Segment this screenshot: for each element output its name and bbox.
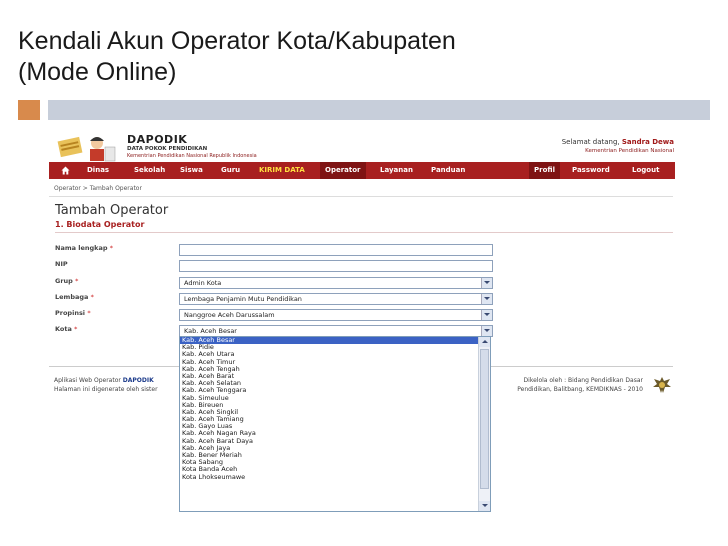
label-lembaga: Lembaga * xyxy=(55,293,94,301)
slide-title: Kendali Akun Operator Kota/Kabupaten (Mo… xyxy=(18,26,658,88)
breadcrumb: Operator > Tambah Operator xyxy=(54,185,142,192)
nav-item-kirim-data[interactable]: KIRIM DATA xyxy=(259,162,305,179)
kota-option[interactable]: Kab. Aceh Besar xyxy=(180,336,490,345)
required-mark: * xyxy=(90,293,94,301)
scroll-thumb[interactable] xyxy=(480,349,489,489)
section-title: 1. Biodata Operator xyxy=(55,220,145,229)
field-value: Kab. Aceh Besar xyxy=(184,327,237,335)
field-value: Admin Kota xyxy=(184,279,222,287)
nav-item-operator[interactable]: Operator xyxy=(320,162,366,179)
slide-accent-bar-blue xyxy=(48,100,710,120)
label-nama-lengkap: Nama lengkap * xyxy=(55,244,113,252)
nav-item-profil[interactable]: Profil xyxy=(529,162,560,179)
nav-item-dinas[interactable]: Dinas xyxy=(87,162,109,179)
welcome-prefix: Selamat datang, xyxy=(561,138,620,146)
propinsi-select[interactable]: Nanggroe Aceh Darussalam xyxy=(179,309,493,321)
kota-option[interactable]: Kab. Simeulue xyxy=(180,394,490,402)
required-mark: * xyxy=(109,244,114,252)
dapodik-logo-icon xyxy=(57,136,116,162)
field-value xyxy=(180,246,184,254)
chevron-down-icon[interactable] xyxy=(481,326,492,336)
section-divider xyxy=(55,232,673,233)
scroll-down-icon[interactable] xyxy=(479,501,490,511)
label-text: NIP xyxy=(55,260,68,268)
kota-option[interactable]: Kab. Bener Meriah xyxy=(180,451,490,459)
footer-generated-line: Halaman ini digenerate oleh sister xyxy=(54,386,158,393)
app-screenshot: DAPODIK DATA POKOK PENDIDIKAN Kementrian… xyxy=(37,130,679,515)
label-text: Nama lengkap xyxy=(55,244,108,252)
footer-org-line: Pendidikan, Balitbang, KEMDIKNAS - 2010 xyxy=(517,386,643,393)
required-mark: * xyxy=(74,325,78,333)
field-value: Nanggroe Aceh Darussalam xyxy=(184,311,275,319)
label-kota: Kota * xyxy=(55,325,77,333)
footer-app-line: Aplikasi Web Operator DAPODIK xyxy=(54,376,158,385)
nama-lengkap-input[interactable] xyxy=(179,244,493,256)
lembaga-select[interactable]: Lembaga Penjamin Mutu Pendidikan xyxy=(179,293,493,305)
kota-options: Kab. Aceh Besar Kab. Pidie Kab. Aceh Utara… xyxy=(180,336,490,481)
home-icon[interactable] xyxy=(61,166,70,175)
required-mark: * xyxy=(87,309,91,317)
brand-name: DAPODIK xyxy=(127,133,188,146)
label-propinsi: Propinsi * xyxy=(55,309,91,317)
label-grup: Grup * xyxy=(55,277,78,285)
chevron-down-icon[interactable] xyxy=(481,294,492,304)
brand-block: DAPODIK DATA POKOK PENDIDIKAN Kementrian… xyxy=(127,134,257,160)
chevron-down-icon[interactable] xyxy=(481,278,492,288)
label-text: Lembaga xyxy=(55,293,89,301)
nav-item-logout[interactable]: Logout xyxy=(632,162,659,179)
app-header: DAPODIK DATA POKOK PENDIDIKAN Kementrian… xyxy=(37,130,679,162)
welcome-block: Selamat datang, Sandra Dewa Kementrian P… xyxy=(562,138,674,155)
label-text: Grup xyxy=(55,277,73,285)
welcome-organization: Kementrian Pendidikan Nasional xyxy=(585,148,674,154)
nav-item-sekolah[interactable]: Sekolah xyxy=(134,162,165,179)
field-value: Lembaga Penjamin Mutu Pendidikan xyxy=(184,295,302,303)
nav-item-password[interactable]: Password xyxy=(572,162,610,179)
label-nip: NIP xyxy=(55,260,68,268)
field-value xyxy=(180,262,184,270)
brand-organization: Kementrian Pendidikan Nasional Republik … xyxy=(127,153,257,159)
welcome-text: Selamat datang, Sandra Dewa xyxy=(562,138,674,147)
nav-item-panduan[interactable]: Panduan xyxy=(431,162,465,179)
slide-title-line-2: (Mode Online) xyxy=(18,58,177,86)
main-nav: Dinas Sekolah Siswa Guru KIRIM DATA Oper… xyxy=(49,162,675,179)
nav-item-siswa[interactable]: Siswa xyxy=(180,162,203,179)
kota-option[interactable]: Kota Lhokseumawe xyxy=(180,473,490,481)
nav-item-guru[interactable]: Guru xyxy=(221,162,240,179)
chevron-down-icon[interactable] xyxy=(481,310,492,320)
page-title: Tambah Operator xyxy=(55,203,169,218)
welcome-user: Sandra Dewa xyxy=(621,138,674,146)
scrollbar[interactable] xyxy=(478,337,490,511)
scroll-up-icon[interactable] xyxy=(479,337,490,347)
footer-app-prefix: Aplikasi Web Operator xyxy=(54,377,121,384)
footer-app-brand: DAPODIK xyxy=(122,377,154,384)
brand-subtitle: DATA POKOK PENDIDIKAN xyxy=(127,146,208,152)
footer-right: Dikelola oleh : Bidang Pendidikan Dasar … xyxy=(517,376,643,394)
grup-select[interactable]: Admin Kota xyxy=(179,277,493,289)
nav-item-layanan[interactable]: Layanan xyxy=(380,162,413,179)
required-mark: * xyxy=(75,277,79,285)
slide-accent-bar-orange xyxy=(18,100,40,120)
kota-dropdown-list[interactable]: Kab. Aceh Besar Kab. Pidie Kab. Aceh Utara… xyxy=(179,336,491,512)
breadcrumb-divider xyxy=(49,196,673,197)
slide-title-line-1: Kendali Akun Operator Kota/Kabupaten xyxy=(18,27,456,55)
label-text: Kota xyxy=(55,325,72,333)
footer-left: Aplikasi Web Operator DAPODIK Halaman in… xyxy=(54,376,158,394)
garuda-emblem-icon xyxy=(653,377,671,393)
label-text: Propinsi xyxy=(55,309,86,317)
nip-input[interactable] xyxy=(179,260,493,272)
footer-managed-line: Dikelola oleh : Bidang Pendidikan Dasar xyxy=(523,377,643,384)
